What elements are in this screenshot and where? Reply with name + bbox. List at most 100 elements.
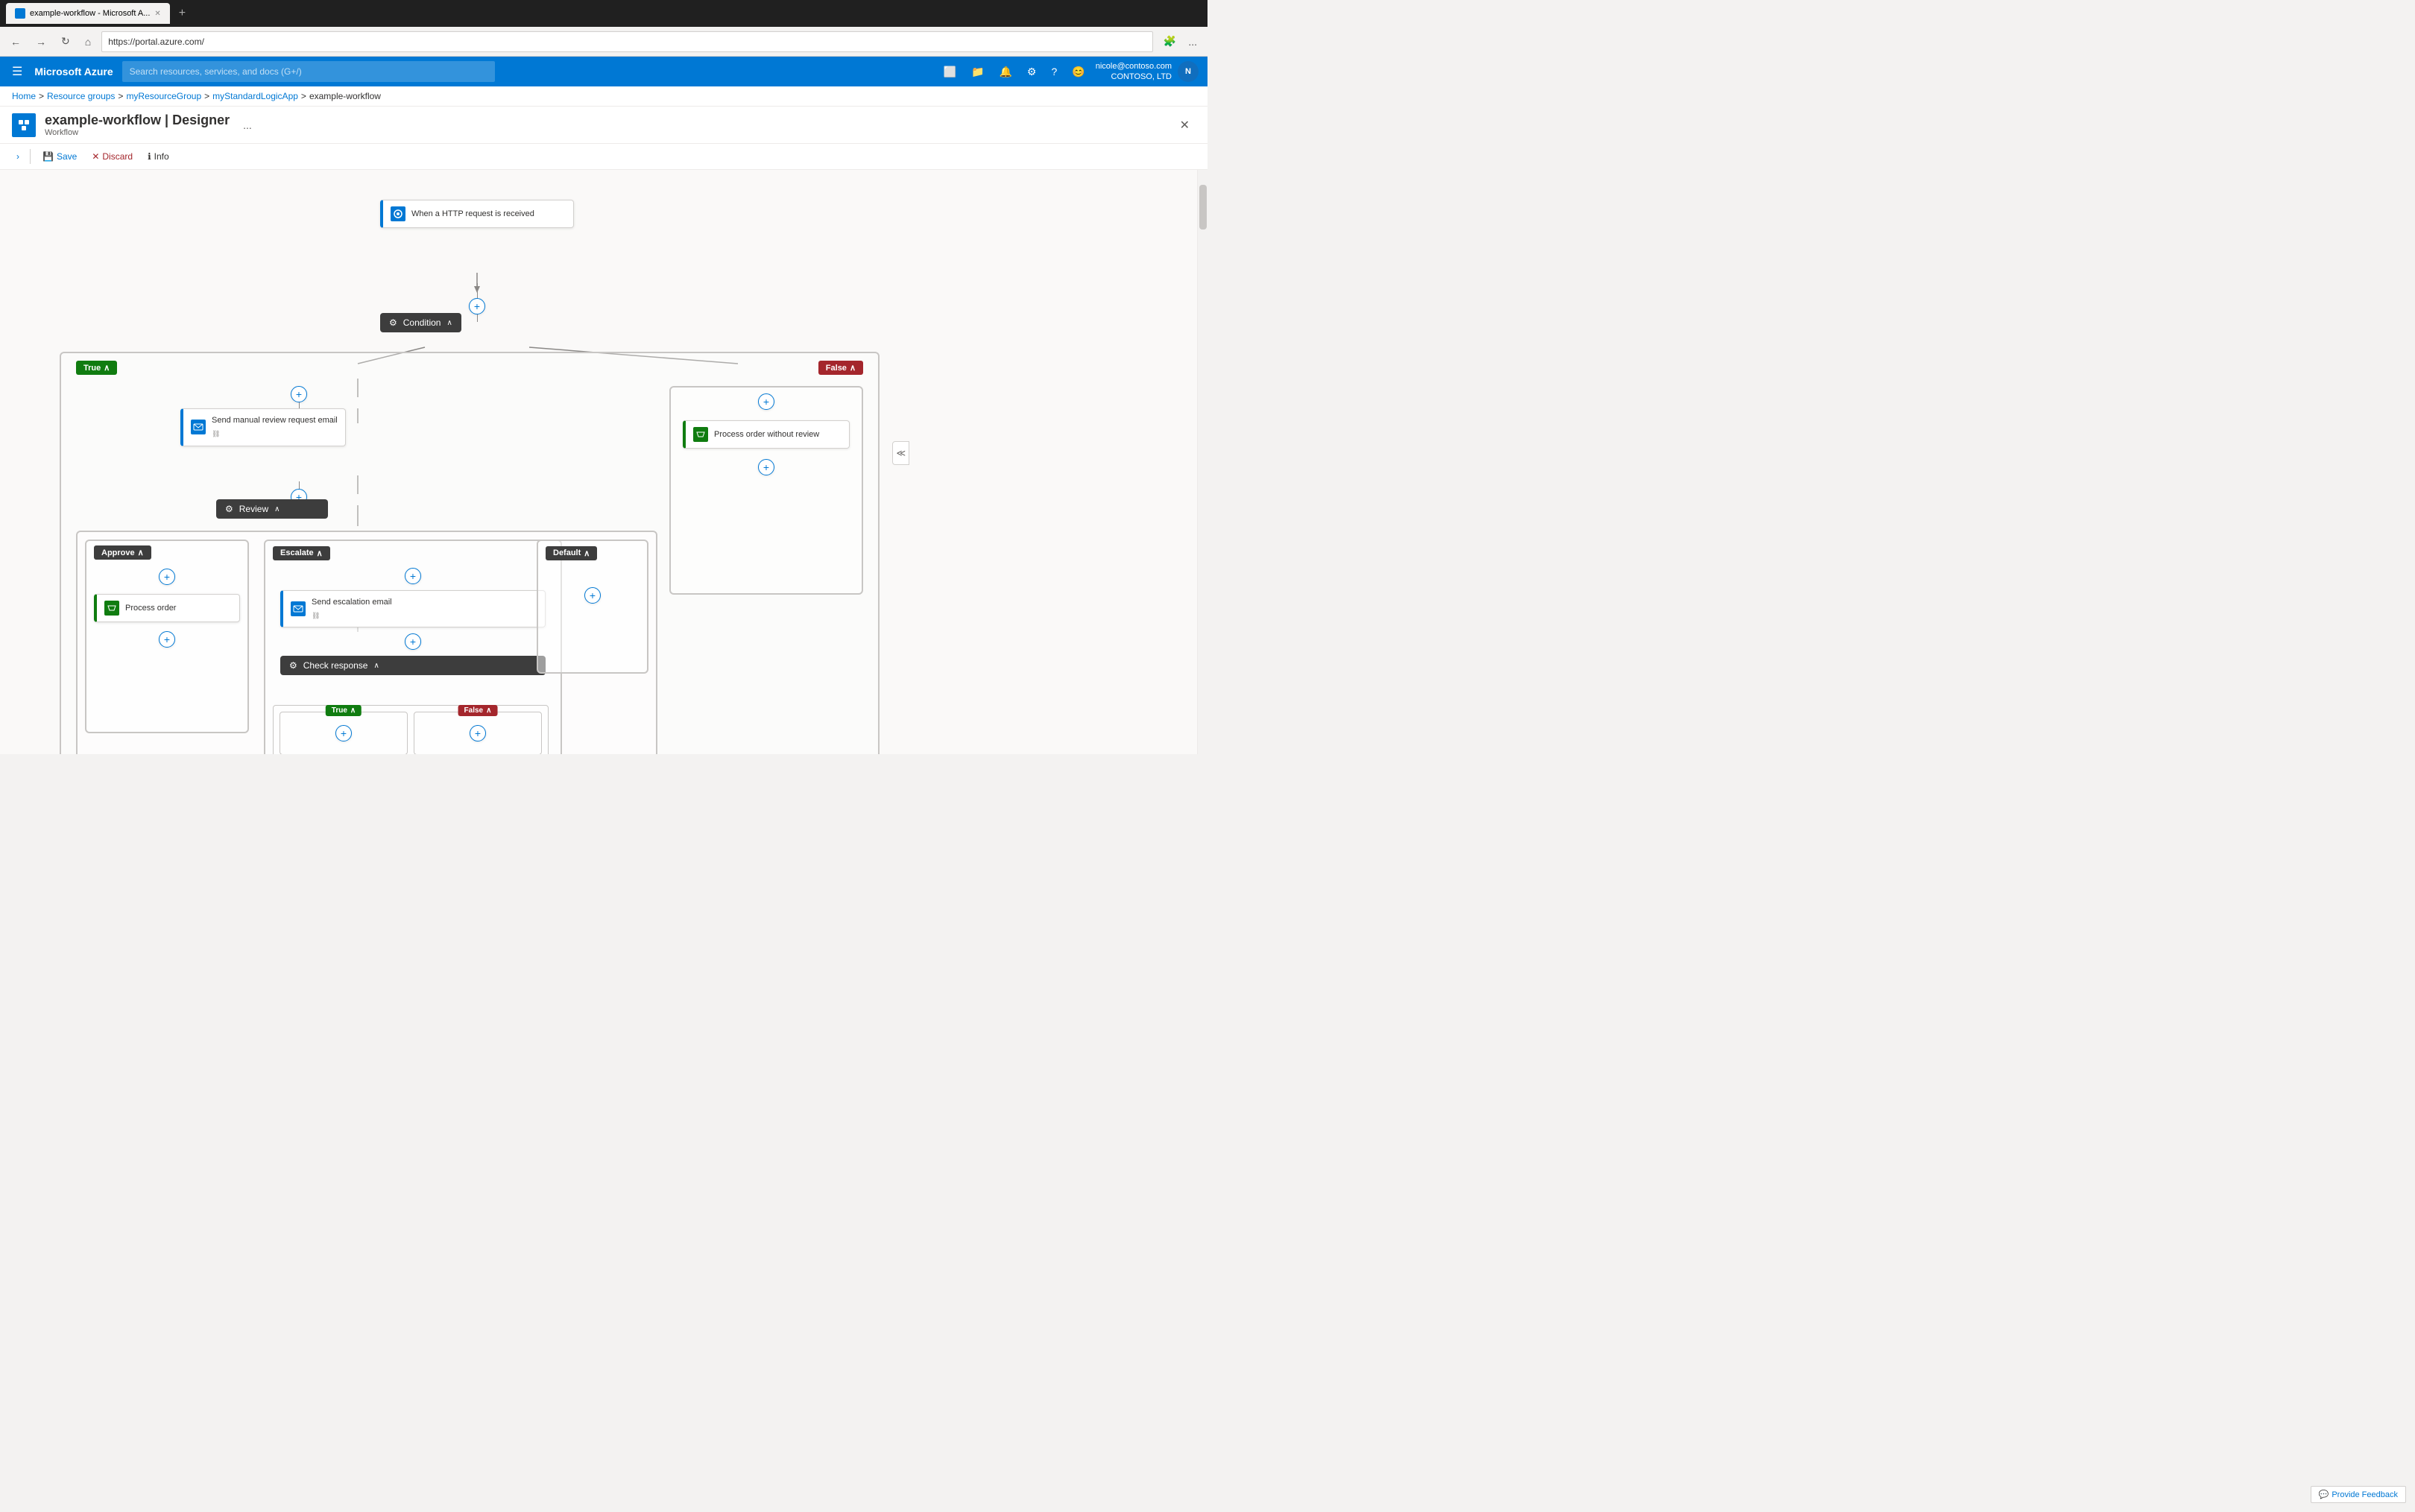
add-btn-approve-bottom[interactable]: + — [159, 631, 175, 648]
nav-back[interactable]: ← — [6, 33, 25, 51]
false2-label: False — [464, 706, 484, 715]
bc-resource-groups[interactable]: Resource groups — [47, 91, 115, 101]
nav-cloud-shell[interactable]: ⬜ — [939, 63, 961, 81]
escalate-header: Escalate ∧ — [265, 541, 561, 565]
tab-label: example-workflow - Microsoft A... — [30, 9, 150, 18]
true-label-text: True — [83, 364, 101, 373]
nav-forward[interactable]: → — [31, 33, 51, 51]
designer-area: When a HTTP request is received + ⚙ Cond… — [0, 170, 1208, 754]
add-btn-1[interactable]: + — [469, 298, 485, 314]
add-btn-default[interactable]: + — [584, 587, 601, 604]
tab-favicon — [15, 8, 25, 19]
nav-feedback[interactable]: 😊 — [1067, 63, 1089, 81]
add-btn-false-top[interactable]: + — [758, 393, 774, 410]
escalate-container: Escalate ∧ + — [264, 540, 562, 754]
feedback-btn[interactable]: 💬 Provide Feedback — [2311, 1486, 2406, 1503]
add-btn-false2[interactable]: + — [470, 725, 486, 741]
add-default: + — [538, 565, 647, 626]
send-review-email-node[interactable]: Send manual review request email ⛓ — [180, 408, 346, 446]
add-btn-approve-top[interactable]: + — [159, 569, 175, 585]
approve-label: Approve — [101, 548, 135, 557]
page-header: example-workflow | Designer Workflow ...… — [0, 107, 1208, 144]
user-avatar[interactable]: N — [1178, 61, 1199, 82]
send-escalation-node[interactable]: Send escalation email ⛓ — [265, 587, 561, 631]
add-btn-escalate-top[interactable]: + — [405, 568, 421, 584]
user-org: CONTOSO, LTD — [1096, 72, 1172, 82]
add-false-top: + — [671, 388, 862, 416]
sidebar-toggle[interactable]: › — [12, 148, 24, 165]
bc-home[interactable]: Home — [12, 91, 36, 101]
review-chevron: ∧ — [274, 505, 280, 513]
add-escalate-mid: + — [265, 630, 561, 653]
false-side-container: + Process order without review + — [669, 386, 863, 595]
check-response-node[interactable]: ⚙ Check response ∧ — [265, 653, 561, 678]
tab-close[interactable]: ✕ — [154, 10, 160, 18]
false-branch-label[interactable]: False ∧ — [818, 361, 863, 375]
condition-node[interactable]: ⚙ Condition ∧ — [380, 313, 461, 332]
azure-logo: Microsoft Azure — [34, 66, 113, 78]
azure-search[interactable] — [122, 61, 495, 82]
process-order-label: Process order — [125, 603, 176, 613]
review-node[interactable]: ⚙ Review ∧ — [216, 499, 328, 519]
close-btn[interactable]: ✕ — [1174, 115, 1196, 136]
expand-panel[interactable]: ≪ — [892, 441, 909, 465]
process-without-review-node[interactable]: Process order without review — [671, 416, 862, 453]
approve-header: Approve ∧ — [86, 541, 247, 564]
more-options-btn[interactable]: ... — [239, 118, 256, 133]
save-button[interactable]: 💾 Save — [37, 148, 83, 165]
nav-directory[interactable]: 📁 — [967, 63, 988, 81]
condition-icon: ⚙ — [389, 317, 397, 328]
nav-home[interactable]: ⌂ — [80, 33, 95, 51]
bc-workflow: example-workflow — [309, 91, 381, 101]
add-approve-top: + — [86, 564, 247, 589]
browser-more[interactable]: ... — [1184, 32, 1202, 51]
trigger-label: When a HTTP request is received — [411, 209, 534, 219]
scroll-thumb[interactable] — [1199, 185, 1207, 230]
default-label: Default — [553, 548, 581, 557]
designer-canvas[interactable]: When a HTTP request is received + ⚙ Cond… — [0, 170, 1197, 754]
process-order-node[interactable]: Process order — [86, 589, 247, 627]
browser-controls: ← → ↻ ⌂ 🧩 ... — [0, 27, 1208, 57]
process-without-review-label: Process order without review — [714, 429, 819, 440]
add-btn-true2[interactable]: + — [335, 725, 352, 741]
toolbar-separator — [30, 149, 31, 164]
add-escalate-top: + — [265, 565, 561, 587]
chain-icon-1: ⛓ — [212, 430, 220, 437]
process-without-review-icon — [693, 427, 708, 442]
nav-help[interactable]: ? — [1046, 63, 1061, 80]
bc-logic-app[interactable]: myStandardLogicApp — [212, 91, 298, 101]
trigger-node[interactable]: When a HTTP request is received — [380, 200, 574, 228]
info-label: Info — [154, 151, 169, 162]
new-tab-btn[interactable]: + — [174, 7, 190, 20]
add-true-top: + — [291, 386, 307, 410]
add-btn-escalate-mid[interactable]: + — [405, 633, 421, 650]
approve-chevron: ∧ — [138, 548, 144, 557]
nav-refresh[interactable]: ↻ — [57, 32, 75, 51]
email-icon — [191, 420, 206, 434]
url-bar[interactable] — [101, 31, 1153, 52]
add-false-bottom: + — [671, 453, 862, 481]
nav-notifications[interactable]: 🔔 — [994, 63, 1016, 81]
page-subtitle: Workflow — [45, 128, 230, 137]
send-escalation-label: Send escalation email — [312, 598, 392, 607]
hamburger-menu[interactable]: ☰ — [9, 61, 25, 82]
browser-extensions[interactable]: 🧩 — [1159, 32, 1181, 51]
add-btn-true-top[interactable]: + — [291, 386, 307, 402]
page-title-area: example-workflow | Designer Workflow — [45, 113, 230, 137]
browser-chrome: example-workflow - Microsoft A... ✕ + — [0, 0, 1208, 27]
discard-icon: ✕ — [92, 151, 99, 162]
active-tab[interactable]: example-workflow - Microsoft A... ✕ — [6, 3, 170, 24]
true-chevron: ∧ — [104, 363, 110, 373]
default-header: Default ∧ — [538, 541, 647, 565]
azure-nav: ☰ Microsoft Azure ⬜ 📁 🔔 ⚙ ? 😊 nicole@con… — [0, 57, 1208, 86]
discard-button[interactable]: ✕ Discard — [86, 148, 139, 165]
nav-settings[interactable]: ⚙ — [1023, 63, 1041, 81]
add-btn-false-bottom[interactable]: + — [758, 459, 774, 475]
true-branch-label[interactable]: True ∧ — [76, 361, 117, 375]
bc-resource-group[interactable]: myResourceGroup — [126, 91, 201, 101]
approve-container: Approve ∧ + — [85, 540, 249, 733]
review-label: Review — [239, 504, 268, 514]
info-button[interactable]: ℹ Info — [142, 148, 175, 165]
info-icon: ℹ — [148, 151, 151, 162]
vertical-scrollbar[interactable] — [1197, 170, 1208, 754]
